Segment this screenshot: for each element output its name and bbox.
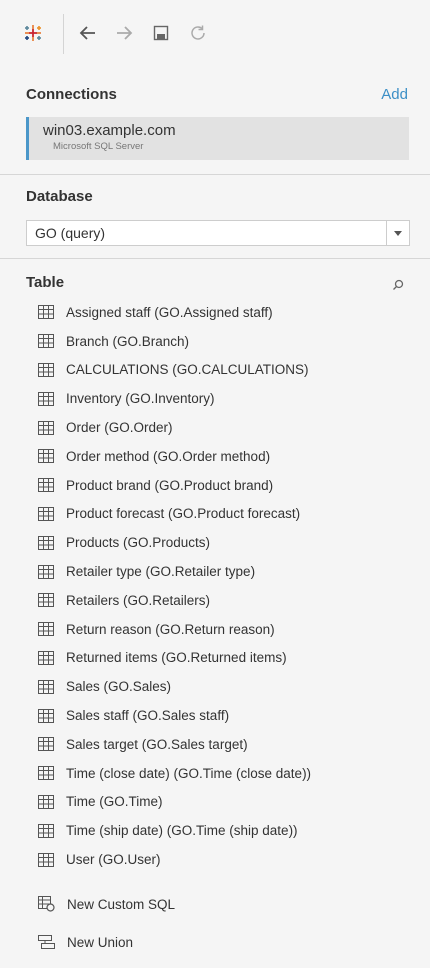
table-icon [38, 679, 54, 694]
refresh-icon[interactable] [188, 23, 208, 43]
table-row-label: Time (GO.Time) [66, 794, 163, 810]
table-row-label: Time (close date) (GO.Time (close date)) [66, 765, 312, 781]
database-title: Database [26, 188, 93, 205]
table-row[interactable]: User (GO.User) [0, 845, 430, 874]
connection-item[interactable]: win03.example.com Microsoft SQL Server [26, 117, 409, 160]
table-icon [38, 449, 54, 464]
table-icon [38, 650, 54, 665]
table-icon [38, 506, 54, 521]
table-row-label: Sales (GO.Sales) [66, 679, 172, 695]
table-icon [38, 852, 54, 867]
table-icon [38, 622, 54, 637]
table-row-label: Order method (GO.Order method) [66, 448, 271, 464]
table-row-label: Products (GO.Products) [66, 535, 211, 551]
table-icon [38, 708, 54, 723]
table-row[interactable]: Returned items (GO.Returned items) [0, 644, 430, 673]
save-icon[interactable] [152, 24, 170, 42]
toolbar-divider [63, 14, 64, 54]
table-row[interactable]: Order (GO.Order) [0, 413, 430, 442]
table-row[interactable]: Sales target (GO.Sales target) [0, 730, 430, 759]
custom-sql-icon [38, 896, 55, 912]
add-connection-link[interactable]: Add [381, 86, 408, 103]
section-divider [0, 174, 430, 175]
table-icon [38, 391, 54, 406]
table-row-label: Inventory (GO.Inventory) [66, 391, 215, 407]
search-icon[interactable] [392, 278, 404, 290]
table-icon [38, 305, 54, 320]
table-row[interactable]: Product forecast (GO.Product forecast) [0, 500, 430, 529]
table-row-label: Branch (GO.Branch) [66, 333, 190, 349]
table-row[interactable]: Retailers (GO.Retailers) [0, 586, 430, 615]
table-row[interactable]: Inventory (GO.Inventory) [0, 384, 430, 413]
table-icon [38, 334, 54, 349]
table-row[interactable]: Retailer type (GO.Retailer type) [0, 557, 430, 586]
table-row[interactable]: Order method (GO.Order method) [0, 442, 430, 471]
back-arrow-icon[interactable] [77, 22, 99, 44]
table-icon [38, 478, 54, 493]
table-row-label: User (GO.User) [66, 852, 161, 868]
table-row-label: Retailer type (GO.Retailer type) [66, 564, 256, 580]
table-icon [38, 420, 54, 435]
table-icon [38, 766, 54, 781]
table-row-label: Retailers (GO.Retailers) [66, 592, 211, 608]
table-row-label: Sales target (GO.Sales target) [66, 736, 248, 752]
table-row[interactable]: Sales staff (GO.Sales staff) [0, 701, 430, 730]
table-icon [38, 362, 54, 377]
database-select[interactable]: GO (query) [26, 220, 410, 246]
table-row-label: Return reason (GO.Return reason) [66, 621, 275, 637]
new-union-button[interactable]: New Union [38, 934, 133, 950]
table-list: Assigned staff (GO.Assigned staff) Branch… [0, 298, 430, 874]
table-row-label: Assigned staff (GO.Assigned staff) [66, 304, 273, 320]
table-icon [38, 794, 54, 809]
forward-arrow-icon[interactable] [113, 22, 135, 44]
table-icon [38, 564, 54, 579]
new-custom-sql-label: New Custom SQL [67, 896, 176, 912]
table-row-label: Product brand (GO.Product brand) [66, 477, 274, 493]
section-divider [0, 258, 430, 259]
toolbar [0, 0, 430, 72]
chevron-down-icon [394, 230, 402, 236]
tableau-logo-icon[interactable] [22, 22, 44, 44]
table-row[interactable]: Sales (GO.Sales) [0, 672, 430, 701]
table-row[interactable]: Products (GO.Products) [0, 528, 430, 557]
table-icon [38, 737, 54, 752]
database-select-value: GO (query) [35, 225, 106, 241]
connection-name: win03.example.com [43, 122, 176, 139]
table-icon [38, 593, 54, 608]
table-row[interactable]: Time (ship date) (GO.Time (ship date)) [0, 816, 430, 845]
table-row-label: Product forecast (GO.Product forecast) [66, 506, 301, 522]
dropdown-button[interactable] [386, 221, 409, 245]
connections-title: Connections [26, 86, 117, 103]
table-row[interactable]: CALCULATIONS (GO.CALCULATIONS) [0, 356, 430, 385]
table-row[interactable]: Return reason (GO.Return reason) [0, 615, 430, 644]
table-row[interactable]: Assigned staff (GO.Assigned staff) [0, 298, 430, 327]
table-row[interactable]: Time (close date) (GO.Time (close date)) [0, 759, 430, 788]
table-row-label: Returned items (GO.Returned items) [66, 650, 287, 666]
new-custom-sql-button[interactable]: New Custom SQL [38, 896, 175, 912]
union-icon [38, 935, 55, 949]
table-row[interactable]: Branch (GO.Branch) [0, 327, 430, 356]
table-title: Table [26, 274, 65, 291]
table-row-label: CALCULATIONS (GO.CALCULATIONS) [66, 362, 309, 378]
new-union-label: New Union [67, 934, 134, 950]
table-icon [38, 823, 54, 838]
table-row-label: Time (ship date) (GO.Time (ship date)) [66, 823, 298, 839]
table-row[interactable]: Time (GO.Time) [0, 788, 430, 817]
table-icon [38, 535, 54, 550]
connection-type: Microsoft SQL Server [53, 141, 144, 152]
table-row-label: Order (GO.Order) [66, 420, 173, 436]
table-row-label: Sales staff (GO.Sales staff) [66, 708, 230, 724]
table-row[interactable]: Product brand (GO.Product brand) [0, 471, 430, 500]
